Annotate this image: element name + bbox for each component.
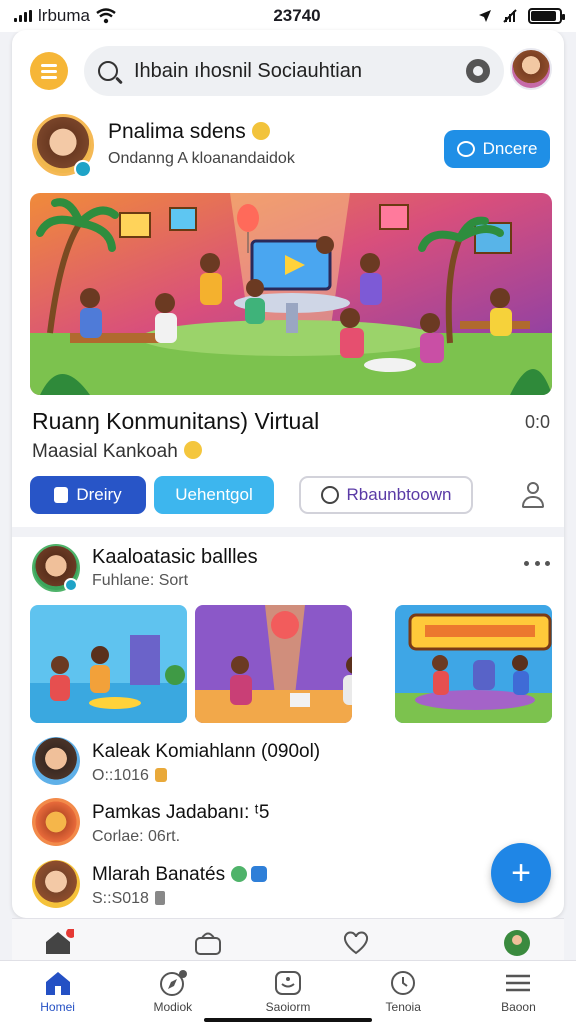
smile-emoji-icon <box>251 122 270 140</box>
tab-label: Baoon <box>501 1000 536 1014</box>
discuss-label: Rbaunbtoown <box>346 485 452 504</box>
search-bar[interactable] <box>84 46 504 96</box>
list-item-avatar <box>32 798 80 846</box>
community-name: Pnalima sdens <box>108 120 246 143</box>
hero-image[interactable] <box>30 193 552 395</box>
search-icon <box>98 61 118 81</box>
post-author-name: Kaaloatasic ballles <box>92 546 258 568</box>
list-item-meta-row: O::1016 <box>92 767 167 785</box>
list-item-title: Pamkas Jadabanı: ᵗ5 <box>92 802 270 823</box>
voice-search-icon[interactable] <box>466 59 490 83</box>
status-bar: lrbuma 23740 <box>0 0 576 32</box>
chat-bubble-icon <box>456 141 475 157</box>
hamburger-icon <box>41 69 57 73</box>
thumb-emoji-icon <box>154 768 167 782</box>
person-icon[interactable] <box>520 482 546 510</box>
community-profile: Pnalima sdens Ondanng A kloanandaidok Dn… <box>12 112 564 186</box>
join-button[interactable]: Dreiry <box>30 476 146 514</box>
community-name-row: Pnalima sdens <box>108 120 270 144</box>
hero-title: Ruanŋ Konmunitans) Virtual <box>32 408 320 434</box>
thumbnail-3[interactable] <box>395 605 552 723</box>
more-options-icon[interactable] <box>524 558 550 568</box>
join-label: Dreiry <box>76 485 122 504</box>
list-item-meta: O::1016 <box>92 767 149 784</box>
follow-label: Dncere <box>482 139 538 158</box>
main-card: Pnalima sdens Ondanng A kloanandaidok Dn… <box>12 30 564 918</box>
smile-emoji-icon <box>183 441 202 459</box>
wifi-icon <box>96 8 116 24</box>
square-chat-icon <box>273 969 303 997</box>
status-time: 23740 <box>273 6 321 25</box>
top-bar <box>12 44 564 96</box>
verified-badge-icon <box>74 160 92 178</box>
tab-activity[interactable]: Tenoia <box>346 961 461 1024</box>
tab-label: Homei <box>40 1000 75 1014</box>
tab-messages[interactable]: Saoiorm <box>230 961 345 1024</box>
hero-subtitle: Maasial Kankoah <box>32 441 178 462</box>
follow-button[interactable]: Dncere <box>444 130 550 168</box>
smile-emoji-icon <box>231 866 248 882</box>
menu-icon <box>503 969 533 997</box>
carrier-name: lrbuma <box>38 6 90 25</box>
list-item-title: Kaleak Komiahlann (090ol) <box>92 741 321 762</box>
list-item-title: Mlarah Banatés <box>92 864 226 885</box>
list-item[interactable]: Mlarah Banatés S::S018 <box>12 860 564 916</box>
section-divider <box>12 527 564 537</box>
hero-count: 0:0 <box>524 412 550 432</box>
post-subtitle: Fuhlane: Sort <box>92 572 189 589</box>
home-indicator <box>204 1018 372 1022</box>
verified-badge-icon <box>64 578 78 592</box>
home-icon <box>43 969 73 997</box>
avatar-shortcut-icon[interactable] <box>502 929 530 956</box>
thumbnail-2[interactable] <box>195 605 352 723</box>
heart-icon[interactable] <box>342 929 370 955</box>
tab-label: Saoiorm <box>265 1000 311 1014</box>
arrow-badge-icon <box>251 866 268 882</box>
search-input[interactable] <box>134 59 464 83</box>
user-avatar[interactable] <box>510 48 552 90</box>
tab-label: Tenoia <box>385 1000 421 1014</box>
signal-icon <box>14 10 32 22</box>
clock-icon <box>388 969 418 997</box>
community-illustration <box>30 193 552 395</box>
battery-icon <box>528 8 565 24</box>
post-header: Kaaloatasic ballles Fuhlane: Sort <box>12 542 564 602</box>
status-right <box>478 8 565 24</box>
home-shortcut-icon[interactable] <box>44 928 76 955</box>
action-row: Dreiry Uehentgol Rbaunbtoown <box>30 476 552 516</box>
badge-icon <box>154 891 165 905</box>
tab-explore[interactable]: Modiok <box>115 961 230 1024</box>
list-item-meta: S::S018 <box>92 890 149 907</box>
list-item-title-row: Kaleak Komiahlann (090ol) <box>92 741 320 763</box>
compass-icon <box>158 969 188 997</box>
tab-label: Modiok <box>153 1000 193 1014</box>
community-subtitle: Ondanng A kloanandaidok <box>108 150 295 167</box>
lock-icon <box>54 487 69 503</box>
chat-search-icon <box>320 486 339 504</box>
chat-label: Uehentgol <box>175 485 253 504</box>
list-item-title-row: Mlarah Banatés <box>92 864 268 886</box>
bottom-tab-bar: Homei Modiok Saoiorm Tenoia Baoon <box>0 960 576 1024</box>
list-item[interactable]: Kaleak Komiahlann (090ol) O::1016 <box>12 737 564 793</box>
bag-icon[interactable] <box>194 929 222 955</box>
tab-home[interactable]: Homei <box>0 961 115 1024</box>
list-item-avatar <box>32 860 80 908</box>
thumbnail-1[interactable] <box>30 605 187 723</box>
list-item-avatar <box>32 737 80 785</box>
list-item-meta: Corlae: 06rt. <box>92 828 181 845</box>
status-left: lrbuma <box>14 6 116 26</box>
menu-button[interactable] <box>30 52 68 90</box>
discuss-button[interactable]: Rbaunbtoown <box>299 476 473 514</box>
location-icon <box>479 10 491 22</box>
list-item[interactable]: Pamkas Jadabanı: ᵗ5 Corlae: 06rt. <box>12 798 564 854</box>
no-signal-icon <box>503 9 517 23</box>
secondary-toolbar <box>12 918 564 960</box>
tab-menu[interactable]: Baoon <box>461 961 576 1024</box>
add-fab-button[interactable]: + <box>491 843 551 903</box>
chat-button[interactable]: Uehentgol <box>154 476 274 514</box>
post-thumbnails <box>30 605 552 723</box>
list-item-meta-row: S::S018 <box>92 890 165 908</box>
hero-subtitle-row: Maasial Kankoah <box>32 441 202 463</box>
